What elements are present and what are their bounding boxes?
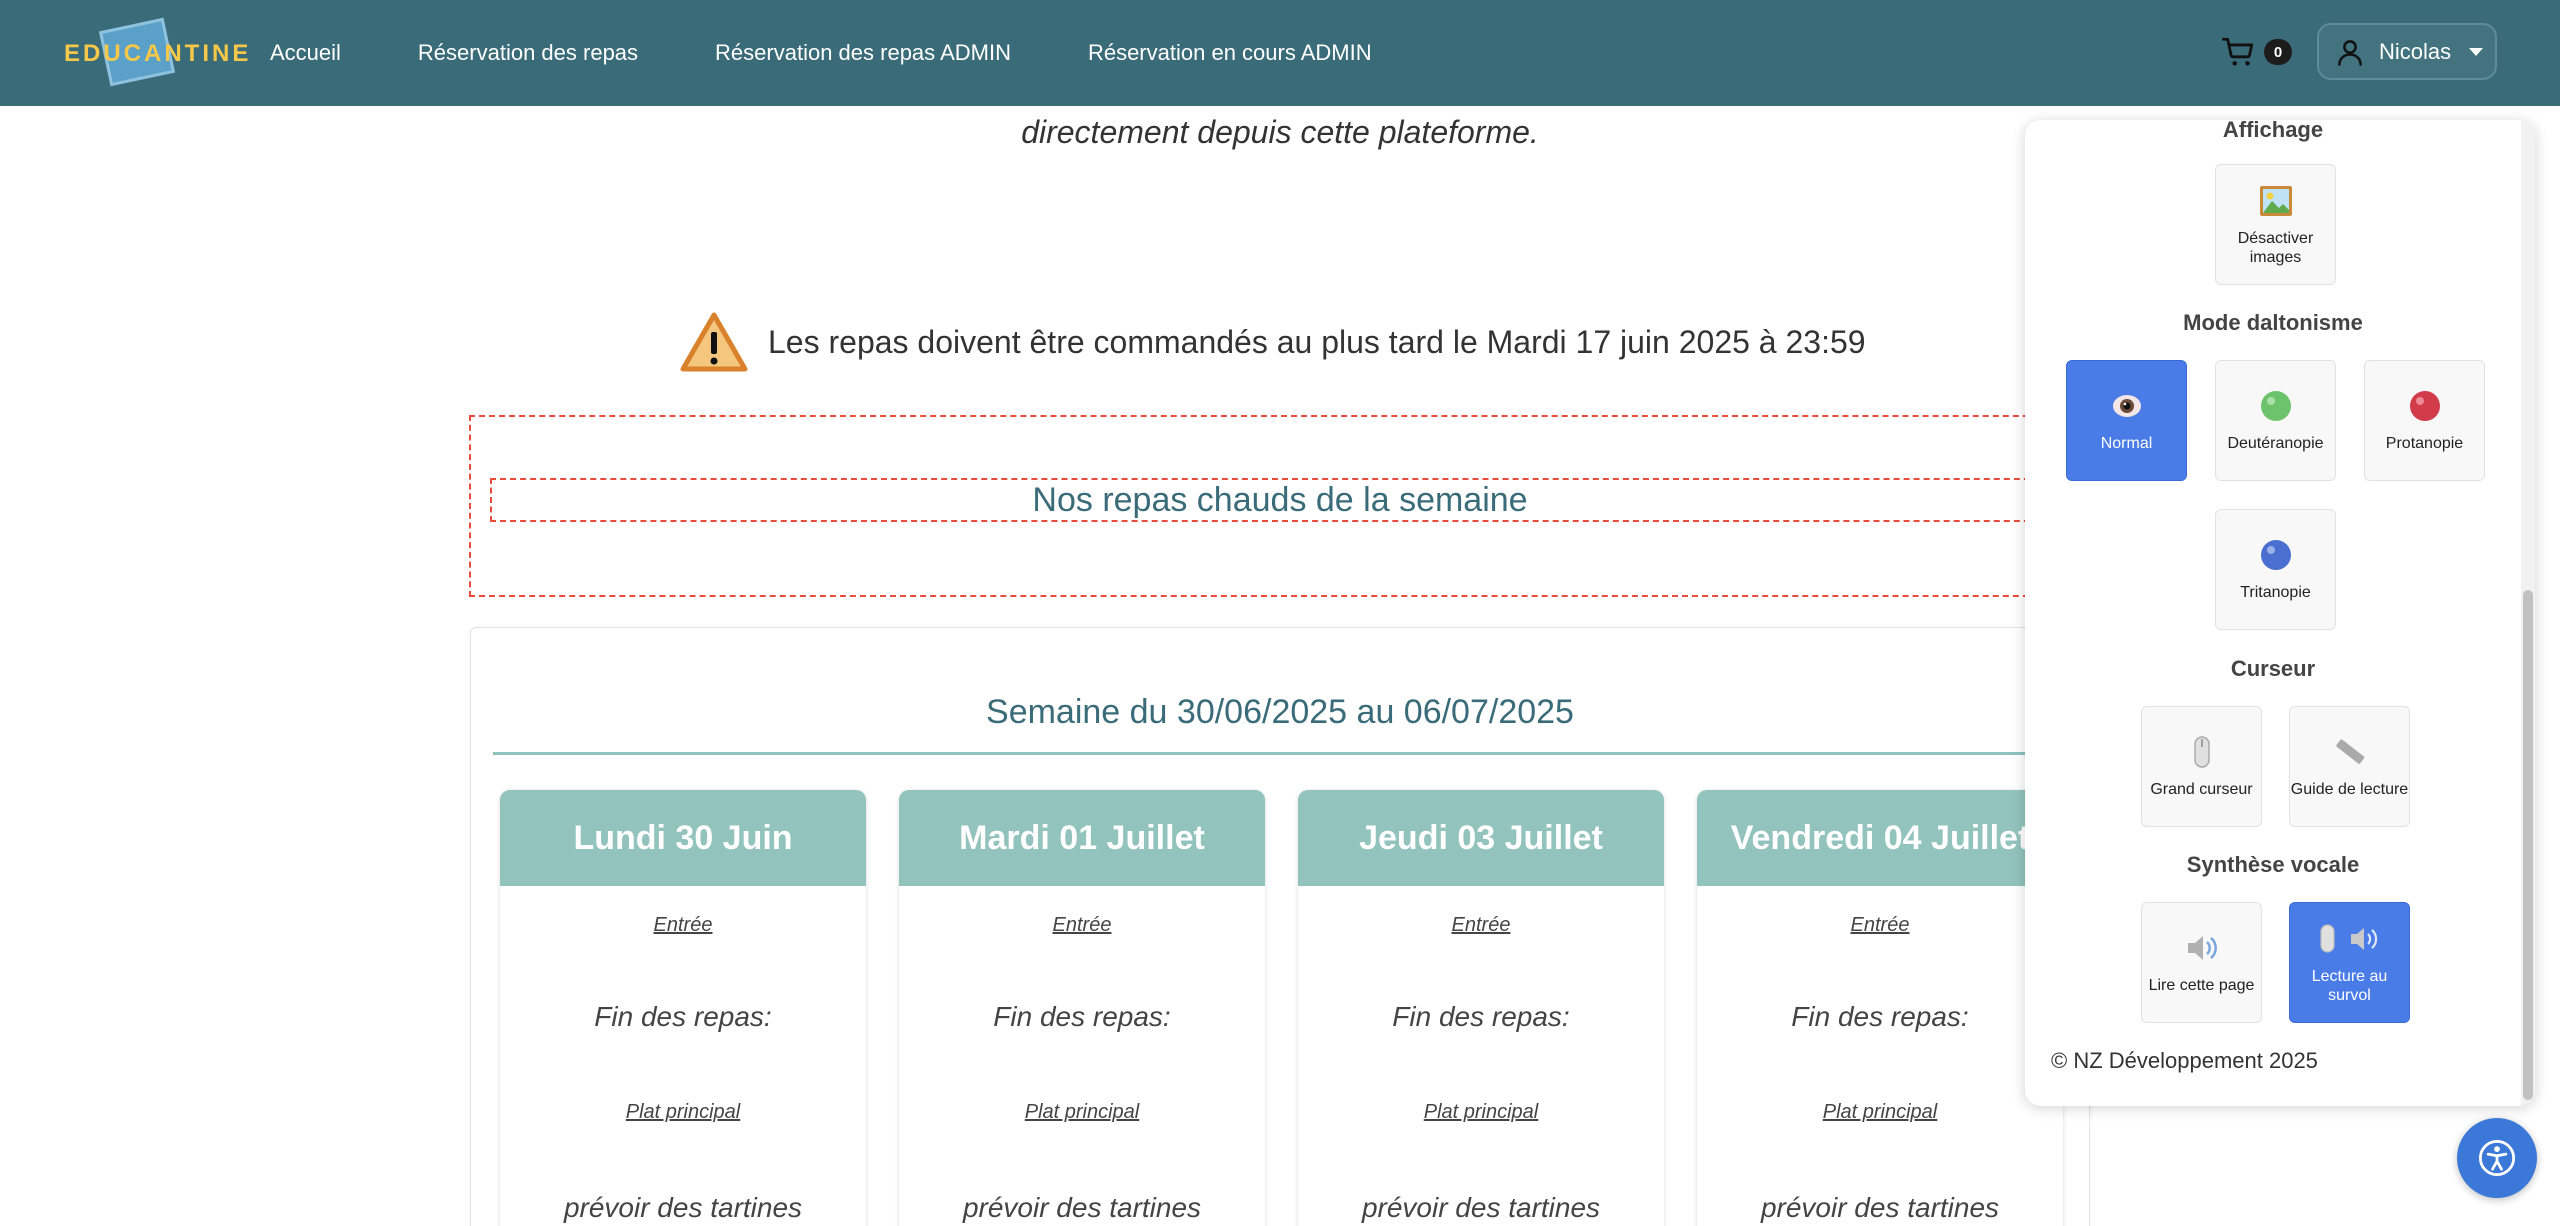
- entree-label: Entrée: [1850, 914, 1910, 936]
- image-icon: [2258, 183, 2294, 219]
- display-section-title: Affichage: [2222, 120, 2324, 142]
- big-cursor-button[interactable]: Grand curseur: [2141, 706, 2262, 827]
- color-mode-label: Protanopie: [2385, 435, 2464, 452]
- fin-repas-text: Fin des repas:: [1392, 1001, 1570, 1032]
- read-page-label: Lire cette page: [2148, 977, 2255, 994]
- warning-icon: [680, 312, 748, 372]
- plat-text: prévoir des tartines: [563, 1192, 803, 1223]
- green-dot-icon: [2258, 388, 2294, 424]
- nav-links: Accueil Réservation des repas Réservatio…: [270, 0, 1449, 106]
- color-mode-label: Normal: [2100, 435, 2153, 452]
- navbar: EDUCANTINE Accueil Réservation des repas…: [0, 0, 2560, 106]
- disable-images-button[interactable]: Désactiver images: [2215, 164, 2336, 285]
- entree-label: Entrée: [1451, 914, 1511, 936]
- plat-text: prévoir des tartines: [1760, 1192, 2000, 1223]
- day-header: Jeudi 03 Juillet: [1298, 790, 1664, 886]
- copyright-text: © NZ Développement 2025: [2051, 1048, 2318, 1073]
- fin-repas-text: Fin des repas:: [993, 1001, 1171, 1032]
- speaker-icon: [2184, 930, 2220, 966]
- mouse-icon: [2184, 734, 2220, 770]
- plat-text: prévoir des tartines: [962, 1192, 1202, 1223]
- read-page-button[interactable]: Lire cette page: [2141, 902, 2262, 1023]
- reading-guide-button[interactable]: Guide de lecture: [2289, 706, 2410, 827]
- nav-link-reservation-repas[interactable]: Réservation des repas: [418, 40, 638, 66]
- day-header: Mardi 01 Juillet: [899, 790, 1265, 886]
- chevron-down-icon: [2469, 47, 2484, 56]
- week-title: Semaine du 30/06/2025 au 06/07/2025: [986, 693, 1574, 731]
- mouse-speaker-icon: [2315, 921, 2385, 957]
- plat-principal-label: Plat principal: [1024, 1101, 1140, 1123]
- cart-button[interactable]: 0: [2222, 32, 2292, 72]
- entree-label: Entrée: [1052, 914, 1112, 936]
- intro-text: directement depuis cette plateforme.: [1021, 114, 1539, 150]
- fin-repas-text: Fin des repas:: [1791, 1001, 1969, 1032]
- user-name: Nicolas: [2379, 38, 2452, 64]
- color-mode-label: Deutéranopie: [2227, 435, 2324, 452]
- week-title-divider: [493, 752, 2067, 755]
- color-mode-tritanopie[interactable]: Tritanopie: [2215, 509, 2336, 630]
- hot-meals-title: Nos repas chauds de la semaine: [1032, 480, 1528, 519]
- color-mode-normal[interactable]: Normal: [2066, 360, 2187, 481]
- cursor-section-title: Curseur: [2230, 656, 2316, 681]
- accessibility-toggle-button[interactable]: [2457, 1118, 2537, 1198]
- day-header: Lundi 30 Juin: [500, 790, 866, 886]
- logo[interactable]: EDUCANTINE: [60, 17, 248, 87]
- logo-text: EDUCANTINE: [64, 40, 252, 67]
- big-cursor-label: Grand curseur: [2150, 781, 2253, 798]
- hover-read-button[interactable]: Lecture au survol: [2289, 902, 2410, 1023]
- plat-principal-label: Plat principal: [625, 1101, 741, 1123]
- hot-meals-title-box: Nos repas chauds de la semaine: [490, 478, 2070, 522]
- hover-read-label: Lecture au survol: [2311, 967, 2388, 1004]
- color-mode-section-title: Mode daltonisme: [2183, 310, 2363, 335]
- plat-principal-label: Plat principal: [1423, 1101, 1539, 1123]
- cart-icon: [2222, 37, 2254, 66]
- day-card: Mardi 01 Juillet Entrée Fin des repas: P…: [899, 790, 1265, 1226]
- nav-link-reservation-en-cours-admin[interactable]: Réservation en cours ADMIN: [1088, 40, 1372, 66]
- color-mode-label: Tritanopie: [2240, 584, 2311, 601]
- plat-principal-label: Plat principal: [1822, 1101, 1938, 1123]
- day-card: Lundi 30 Juin Entrée Fin des repas: Plat…: [500, 790, 866, 1226]
- entree-label: Entrée: [653, 914, 713, 936]
- nav-link-accueil[interactable]: Accueil: [270, 40, 341, 66]
- deadline-warning: Les repas doivent être commandés au plus…: [680, 312, 1866, 372]
- accessibility-panel: Affichage Désactiver images Mode daltoni…: [2025, 120, 2535, 1106]
- panel-scrollbar[interactable]: [2521, 120, 2535, 1106]
- cart-count-badge: 0: [2264, 39, 2292, 65]
- user-icon: [2338, 39, 2362, 66]
- accessibility-icon: [2478, 1139, 2516, 1177]
- day-header: Vendredi 04 Juillet: [1697, 790, 2063, 886]
- tts-section-title: Synthèse vocale: [2186, 852, 2360, 877]
- color-mode-protanopie[interactable]: Protanopie: [2364, 360, 2485, 481]
- day-card: Vendredi 04 Juillet Entrée Fin des repas…: [1697, 790, 2063, 1226]
- fin-repas-text: Fin des repas:: [594, 1001, 772, 1032]
- color-mode-deuteranopie[interactable]: Deutéranopie: [2215, 360, 2336, 481]
- ruler-icon: [2332, 734, 2368, 770]
- user-menu-button[interactable]: Nicolas: [2317, 23, 2497, 80]
- day-card: Jeudi 03 Juillet Entrée Fin des repas: P…: [1298, 790, 1664, 1226]
- plat-text: prévoir des tartines: [1361, 1192, 1601, 1223]
- deadline-text: Les repas doivent être commandés au plus…: [768, 323, 1866, 360]
- red-dot-icon: [2407, 388, 2443, 424]
- blue-dot-icon: [2258, 537, 2294, 573]
- eye-icon: [2109, 388, 2145, 424]
- panel-scrollbar-thumb[interactable]: [2523, 590, 2533, 1100]
- disable-images-label: Désactiver images: [2237, 229, 2314, 266]
- reading-guide-label: Guide de lecture: [2290, 781, 2409, 798]
- nav-link-reservation-admin[interactable]: Réservation des repas ADMIN: [715, 40, 1011, 66]
